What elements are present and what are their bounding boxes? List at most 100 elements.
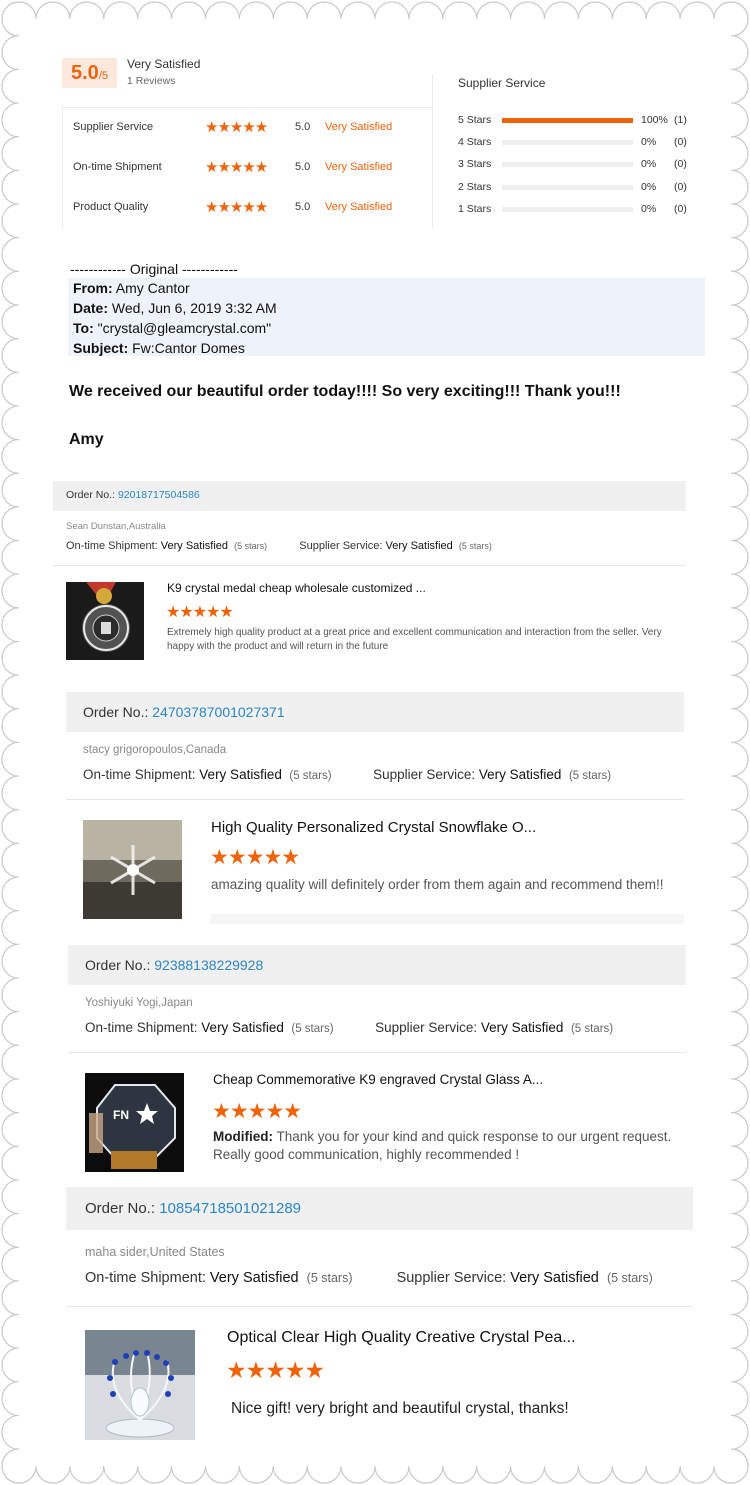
shipment-stars: (5 stars)	[306, 1271, 353, 1285]
distribution-bar	[502, 207, 633, 212]
reviewer-name: maha sider,United States	[85, 1245, 225, 1259]
order-label: Order No.:	[66, 489, 118, 501]
order-number-link[interactable]: 92388138229928	[154, 957, 263, 973]
review-ratings: On-time Shipment: Very Satisfied (5 star…	[66, 540, 492, 552]
service-value: Very Satisfied	[510, 1270, 599, 1286]
distribution-row-3[interactable]: 3 Stars 0% (0)	[458, 158, 698, 172]
distribution-bar	[502, 140, 633, 145]
distribution-percent: 100%	[641, 114, 668, 126]
order-bar: Order No.: 92018717504586	[53, 481, 686, 511]
review-star-icons: ★★★★★	[212, 1100, 302, 1123]
svg-text:FN: FN	[113, 1108, 129, 1122]
product-title-link[interactable]: K9 crystal medal cheap wholesale customi…	[167, 581, 426, 595]
review-separator	[66, 1306, 693, 1307]
metric-rating: Very Satisfied	[325, 121, 393, 133]
service-stars: (5 stars)	[570, 1023, 614, 1035]
metric-row-supplier-service: Supplier Service ★★★★★ 5.0 Very Satisfie…	[63, 108, 432, 148]
order-number-link[interactable]: 92018717504586	[118, 489, 200, 501]
review-separator	[68, 1052, 686, 1053]
email-subject-label: Subject:	[73, 340, 129, 356]
modified-label: Modified:	[213, 1129, 273, 1144]
order-label: Order No.:	[85, 1200, 160, 1217]
shipment-stars: (5 stars)	[289, 770, 332, 782]
email-subject: Subject: Fw:Cantor Domes	[73, 340, 245, 356]
service-label: Supplier Service:	[375, 1020, 481, 1035]
product-title-link[interactable]: High Quality Personalized Crystal Snowfl…	[211, 819, 536, 836]
review-star-icons: ★★★★★	[226, 1357, 325, 1383]
order-bar: Order No.: 10854718501021289	[66, 1187, 693, 1230]
distribution-label: 2 Stars	[458, 181, 492, 193]
peacock-crystal-image-icon	[85, 1330, 195, 1440]
distribution-row-5[interactable]: 5 Stars 100% (1)	[458, 114, 698, 128]
overall-score-badge: 5.0/5	[62, 58, 117, 88]
email-from: From: Amy Cantor	[73, 280, 190, 296]
review-separator	[66, 799, 684, 800]
review-text: amazing quality will definitely order fr…	[211, 877, 664, 892]
product-title-link[interactable]: Optical Clear High Quality Creative Crys…	[227, 1329, 576, 1347]
summary-divider	[432, 74, 433, 228]
rating-metrics: Supplier Service ★★★★★ 5.0 Very Satisfie…	[62, 107, 432, 228]
product-thumbnail[interactable]	[83, 820, 182, 919]
distribution-percent: 0%	[641, 203, 657, 215]
snowflake-image-icon	[83, 820, 182, 919]
review-star-icons: ★★★★★	[166, 604, 234, 621]
review-text: Nice gift! very bright and beautiful cry…	[231, 1400, 569, 1417]
product-thumbnail[interactable]: FN	[85, 1073, 184, 1172]
distribution-label: 5 Stars	[458, 114, 492, 126]
order-number: Order No.: 24703787001027371	[83, 704, 285, 720]
order-number-link[interactable]: 10854718501021289	[159, 1200, 301, 1217]
reviewer-name: Yoshiyuki Yogi,Japan	[85, 997, 193, 1009]
distribution-row-2[interactable]: 2 Stars 0% (0)	[458, 181, 698, 195]
review-ratings: On-time Shipment: Very Satisfied (5 star…	[85, 1020, 613, 1035]
crystal-award-image-icon: FN	[85, 1073, 184, 1172]
email-to-label: To:	[73, 320, 94, 336]
order-bar: Order No.: 24703787001027371	[66, 692, 684, 732]
product-thumbnail[interactable]	[85, 1330, 195, 1440]
distribution-label: 3 Stars	[458, 158, 492, 170]
shipment-value: Very Satisfied	[209, 1270, 299, 1286]
shipment-stars: (5 stars)	[234, 541, 268, 551]
distribution-count: (0)	[674, 203, 687, 215]
review-text-block: Modified: Thank you for your kind and qu…	[213, 1128, 683, 1164]
reviews-count[interactable]: 1 Reviews	[127, 75, 175, 87]
review-footer-strip	[211, 914, 684, 924]
order-number: Order No.: 10854718501021289	[85, 1200, 301, 1217]
distribution-bar	[502, 185, 633, 190]
reviewer-name: Sean Dunstan,Australia	[66, 521, 166, 532]
distribution-label: 1 Stars	[458, 203, 492, 215]
shipment-stars: (5 stars)	[291, 1023, 334, 1035]
metric-score: 5.0	[295, 161, 311, 173]
product-thumbnail[interactable]	[66, 582, 144, 660]
shipment-label: On-time Shipment:	[85, 1020, 202, 1035]
email-signature: Amy	[69, 431, 104, 448]
service-label: Supplier Service:	[396, 1270, 511, 1286]
metric-score: 5.0	[295, 201, 311, 213]
reviewer-name: stacy grigoropoulos,Canada	[83, 744, 227, 756]
shipment-value: Very Satisfied	[160, 540, 229, 552]
star-rating-icon: ★★★★★	[205, 199, 268, 216]
metric-row-on-time-shipment: On-time Shipment ★★★★★ 5.0 Very Satisfie…	[63, 148, 432, 188]
review-text: Thank you for your kind and quick respon…	[213, 1129, 672, 1163]
email-date: Date: Wed, Jun 6, 2019 3:32 AM	[73, 300, 277, 316]
order-number: Order No.: 92018717504586	[66, 489, 200, 501]
star-rating-icon: ★★★★★	[205, 159, 268, 176]
overall-score-max: /5	[98, 70, 108, 82]
overall-score: 5.0	[71, 62, 99, 84]
email-to: To: "crystal@gleamcrystal.com"	[73, 320, 271, 336]
service-value: Very Satisfied	[478, 767, 562, 782]
metric-label: Product Quality	[73, 201, 149, 213]
order-number-link[interactable]: 24703787001027371	[152, 704, 284, 720]
metric-label: Supplier Service	[73, 121, 154, 133]
distribution-row-1[interactable]: 1 Stars 0% (0)	[458, 203, 698, 217]
overall-rating-label: Very Satisfied	[127, 57, 201, 71]
shipment-value: Very Satisfied	[201, 1020, 284, 1035]
email-subject-value: Fw:Cantor Domes	[128, 340, 245, 356]
review-text: Extremely high quality product at a grea…	[167, 627, 662, 652]
distribution-label: 4 Stars	[458, 136, 492, 148]
review-separator	[53, 565, 686, 566]
distribution-count: (0)	[674, 136, 687, 148]
distribution-row-4[interactable]: 4 Stars 0% (0)	[458, 136, 698, 150]
service-value: Very Satisfied	[385, 540, 453, 552]
order-number: Order No.: 92388138229928	[85, 957, 263, 973]
product-title-link[interactable]: Cheap Commemorative K9 engraved Crystal …	[213, 1072, 543, 1087]
